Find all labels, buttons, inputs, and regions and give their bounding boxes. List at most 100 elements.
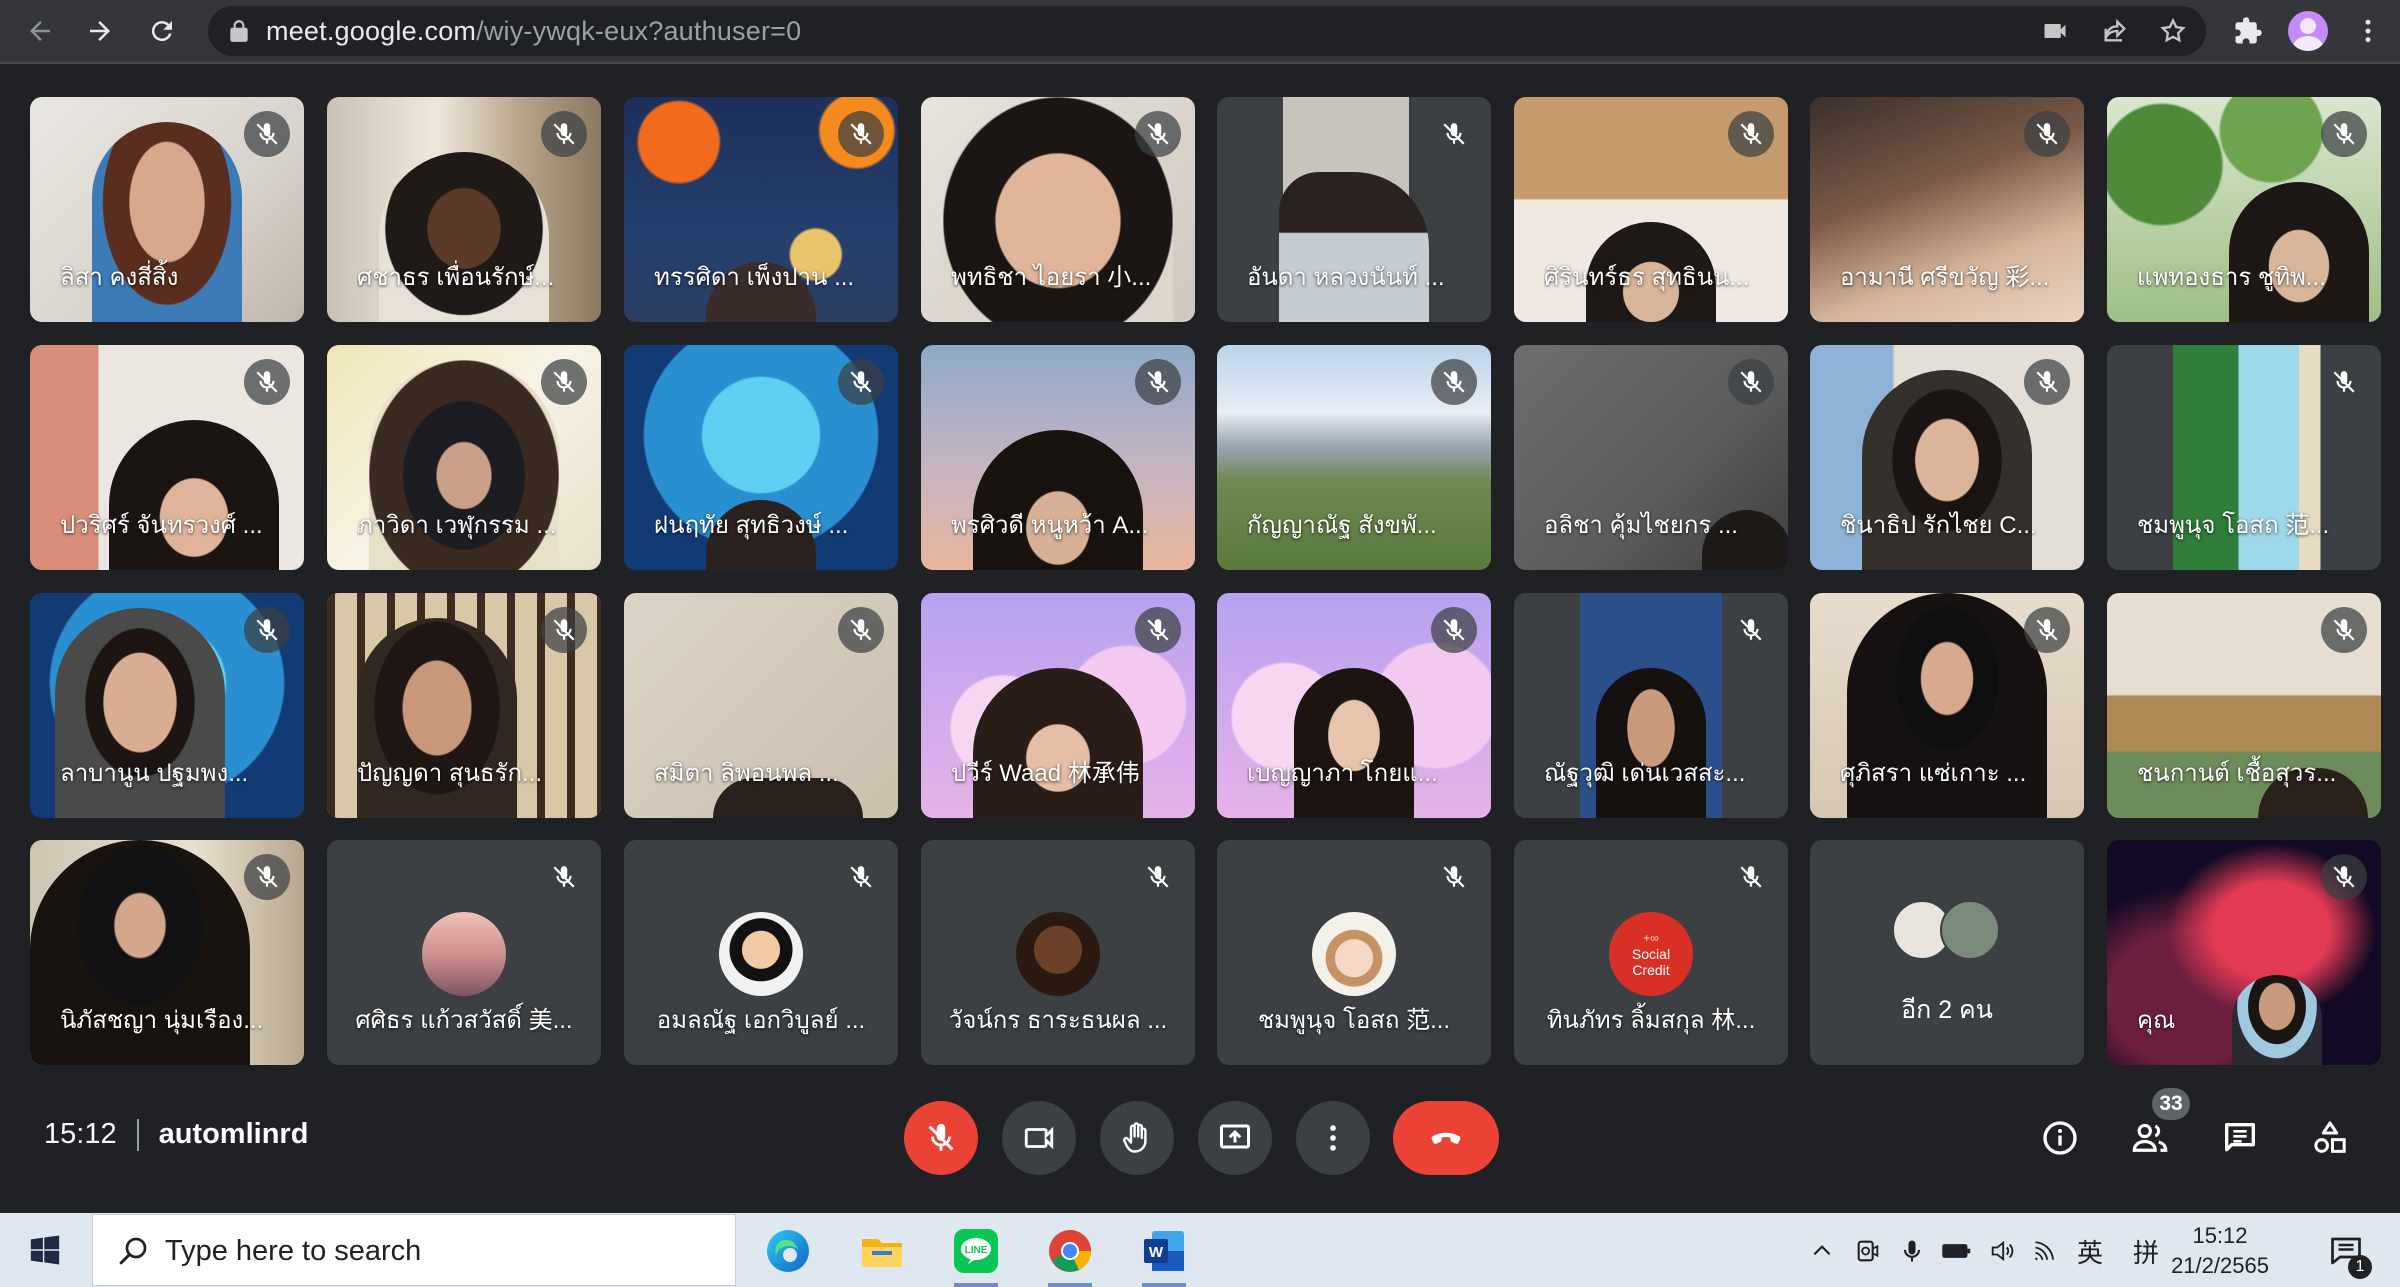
ime-mode-indicator[interactable]: 拼 [2130, 1235, 2162, 1268]
show-hidden-icons-chevron-icon[interactable] [1806, 1235, 1838, 1267]
participant-tile[interactable]: เบญญาภา โกยแ... [1217, 593, 1491, 818]
participant-tile[interactable]: อลิชา คุ้มไชยกร ... [1514, 345, 1788, 570]
hang-up-icon [1431, 1132, 1461, 1144]
word-app-icon[interactable]: W [1138, 1225, 1190, 1287]
participant-tile[interactable]: ชินาธิป รักไชย C... [1810, 345, 2084, 570]
participant-tile[interactable]: +∞ Social Credit ทินภัทร ลิ้มสกุล 林... [1514, 840, 1788, 1065]
raise-hand-button[interactable] [1100, 1101, 1174, 1175]
camera-permission-icon[interactable] [2040, 16, 2070, 46]
reload-icon[interactable] [140, 9, 184, 53]
participant-name: พทธิชา ไอยรา 小... [951, 264, 1152, 291]
social-credit-avatar: +∞ Social Credit [1609, 912, 1693, 996]
lock-icon[interactable] [226, 18, 252, 44]
present-screen-button[interactable] [1198, 1101, 1272, 1175]
edge-browser-icon[interactable] [762, 1225, 814, 1277]
share-icon[interactable] [2100, 16, 2130, 46]
participant-tile[interactable]: ศศิธร แก้วสวัสดิ์ 美... [327, 840, 601, 1065]
participant-tile[interactable]: ศุภิสรา แซ่เกาะ ... [1810, 593, 2084, 818]
participant-tile[interactable]: กัญญาณัฐ สังขพั... [1217, 345, 1491, 570]
participant-tile[interactable]: ชมพูนุจ โอสถ 范... [2107, 345, 2381, 570]
participant-name: พรศิวดี หนูหว้า A... [951, 512, 1149, 539]
participant-name: ชมพูนุจ โอสถ 范... [1257, 1007, 1451, 1034]
participant-tile[interactable]: ศชาธร เพื่อนรักษ์... [327, 97, 601, 322]
participant-name: ปวริศร์ จันทรวงศ์ ... [60, 512, 263, 539]
participant-tile[interactable]: พทธิชา ไอยรา 小... [921, 97, 1195, 322]
activities-button[interactable] [2302, 1110, 2358, 1166]
participant-name: คุณ [2137, 1007, 2176, 1034]
chat-button[interactable] [2212, 1110, 2268, 1166]
participant-tile[interactable]: ปวีร์ Waad 林承伟 [921, 593, 1195, 818]
more-options-button[interactable] [1296, 1101, 1370, 1175]
file-explorer-icon[interactable] [856, 1225, 908, 1277]
participant-name: ปวีร์ Waad 林承伟 [951, 760, 1140, 787]
notification-count-badge: 1 [2348, 1255, 2372, 1279]
battery-icon[interactable] [1940, 1235, 1972, 1267]
muted-mic-icon [838, 111, 884, 157]
participant-name: ศศิธร แก้วสวัสดิ์ 美... [355, 1007, 573, 1034]
extensions-puzzle-icon[interactable] [2226, 9, 2270, 53]
participant-tile[interactable]: ปัญญดา สุนธรัก... [327, 593, 601, 818]
chrome-browser-icon[interactable] [1044, 1225, 1096, 1287]
participant-tile[interactable]: ลาบานูน ปฐมพง... [30, 593, 304, 818]
participant-tile[interactable]: ณัฐวุฒิ เด่นเวสสะ... [1514, 593, 1788, 818]
muted-mic-icon [244, 607, 290, 653]
participant-tile[interactable]: ปวริศร์ จันทรวงศ์ ... [30, 345, 304, 570]
participant-tile[interactable]: ฝนฤทัย สุทธิวงษ์ ... [624, 345, 898, 570]
muted-mic-icon [2024, 111, 2070, 157]
muted-mic-icon [838, 854, 884, 900]
browser-menu-icon[interactable] [2346, 9, 2390, 53]
participant-tile[interactable]: ทรรศิดา เพ็งปาน ... [624, 97, 898, 322]
mic-off-icon [928, 1123, 954, 1151]
participant-name: กัญญาณัฐ สังขพั... [1247, 512, 1437, 539]
back-arrow-icon[interactable] [18, 9, 62, 53]
url-text[interactable]: meet.google.com/wiy-ywqk-eux?authuser=0 [266, 6, 801, 56]
participant-tile[interactable]: ลิสา คงสี่สิ้ง [30, 97, 304, 322]
line-app-icon[interactable]: LINE [950, 1225, 1002, 1287]
participant-tile[interactable]: วัจน์กร ธาระธนผล ... [921, 840, 1195, 1065]
muted-mic-icon [2321, 111, 2367, 157]
taskbar-search[interactable]: Type here to search [92, 1214, 736, 1286]
meet-now-icon[interactable] [1852, 1235, 1884, 1267]
participant-tile[interactable]: ภาวิดา เวฬุกรรม ... [327, 345, 601, 570]
participant-tile[interactable]: อมลณัฐ เอกวิบูลย์ ... [624, 840, 898, 1065]
muted-mic-icon [838, 607, 884, 653]
meeting-time: 15:12 [44, 1118, 117, 1150]
muted-mic-icon [541, 854, 587, 900]
participant-name: อลิชา คุ้มไชยกร ... [1544, 512, 1738, 539]
volume-icon[interactable] [1986, 1235, 2018, 1267]
participant-tile[interactable]: อันดา หลวงนันท์ ... [1217, 97, 1491, 322]
taskbar-clock[interactable]: 15:12 21/2/2565 [2170, 1221, 2270, 1281]
participant-name: ศชาธร เพื่อนรักษ์... [357, 264, 555, 291]
windows-start-icon[interactable] [28, 1233, 62, 1267]
participant-tile[interactable]: ศิรินทร์ธร สุทธินน... [1514, 97, 1788, 322]
participant-video [379, 152, 549, 322]
muted-mic-icon [1728, 854, 1774, 900]
participant-video [2228, 182, 2369, 322]
participant-tile[interactable]: แพทองธาร ชูทิพ... [2107, 97, 2381, 322]
microphone-tray-icon[interactable] [1896, 1235, 1928, 1267]
participant-tile[interactable]: อามานี ศรีขวัญ 彩... [1810, 97, 2084, 322]
mic-toggle-button[interactable] [904, 1101, 978, 1175]
muted-mic-icon [244, 359, 290, 405]
participant-avatar [422, 912, 506, 996]
present-screen-icon [1220, 1124, 1250, 1149]
ime-language-indicator[interactable]: 英 [2074, 1235, 2106, 1268]
leave-call-button[interactable] [1393, 1101, 1499, 1175]
muted-mic-icon [1728, 607, 1774, 653]
participant-name: อันดา หลวงนันท์ ... [1247, 264, 1445, 291]
forward-arrow-icon[interactable] [78, 9, 122, 53]
meeting-info-button[interactable] [2032, 1110, 2088, 1166]
participant-tile[interactable]: ชนกานต์ เชื้อสุวร... [2107, 593, 2381, 818]
participant-tile[interactable]: พรศิวดี หนูหว้า A... [921, 345, 1195, 570]
participant-tile[interactable]: นิภัสชญา นุ่มเรือง... [30, 840, 304, 1065]
self-tile[interactable]: คุณ [2107, 840, 2381, 1065]
participant-tile[interactable]: ชมพูนุจ โอสถ 范... [1217, 840, 1491, 1065]
profile-avatar[interactable] [2286, 9, 2330, 53]
address-bar[interactable]: meet.google.com/wiy-ywqk-eux?authuser=0 [208, 6, 2206, 56]
camera-toggle-button[interactable] [1002, 1101, 1076, 1175]
others-tile[interactable]: อีก 2 คน [1810, 840, 2084, 1065]
participant-tile[interactable]: สมิตา ลิพอนพล ... [624, 593, 898, 818]
wifi-icon[interactable] [2030, 1235, 2062, 1267]
bookmark-star-icon[interactable] [2158, 16, 2188, 46]
raise-hand-icon [1122, 1122, 1147, 1153]
